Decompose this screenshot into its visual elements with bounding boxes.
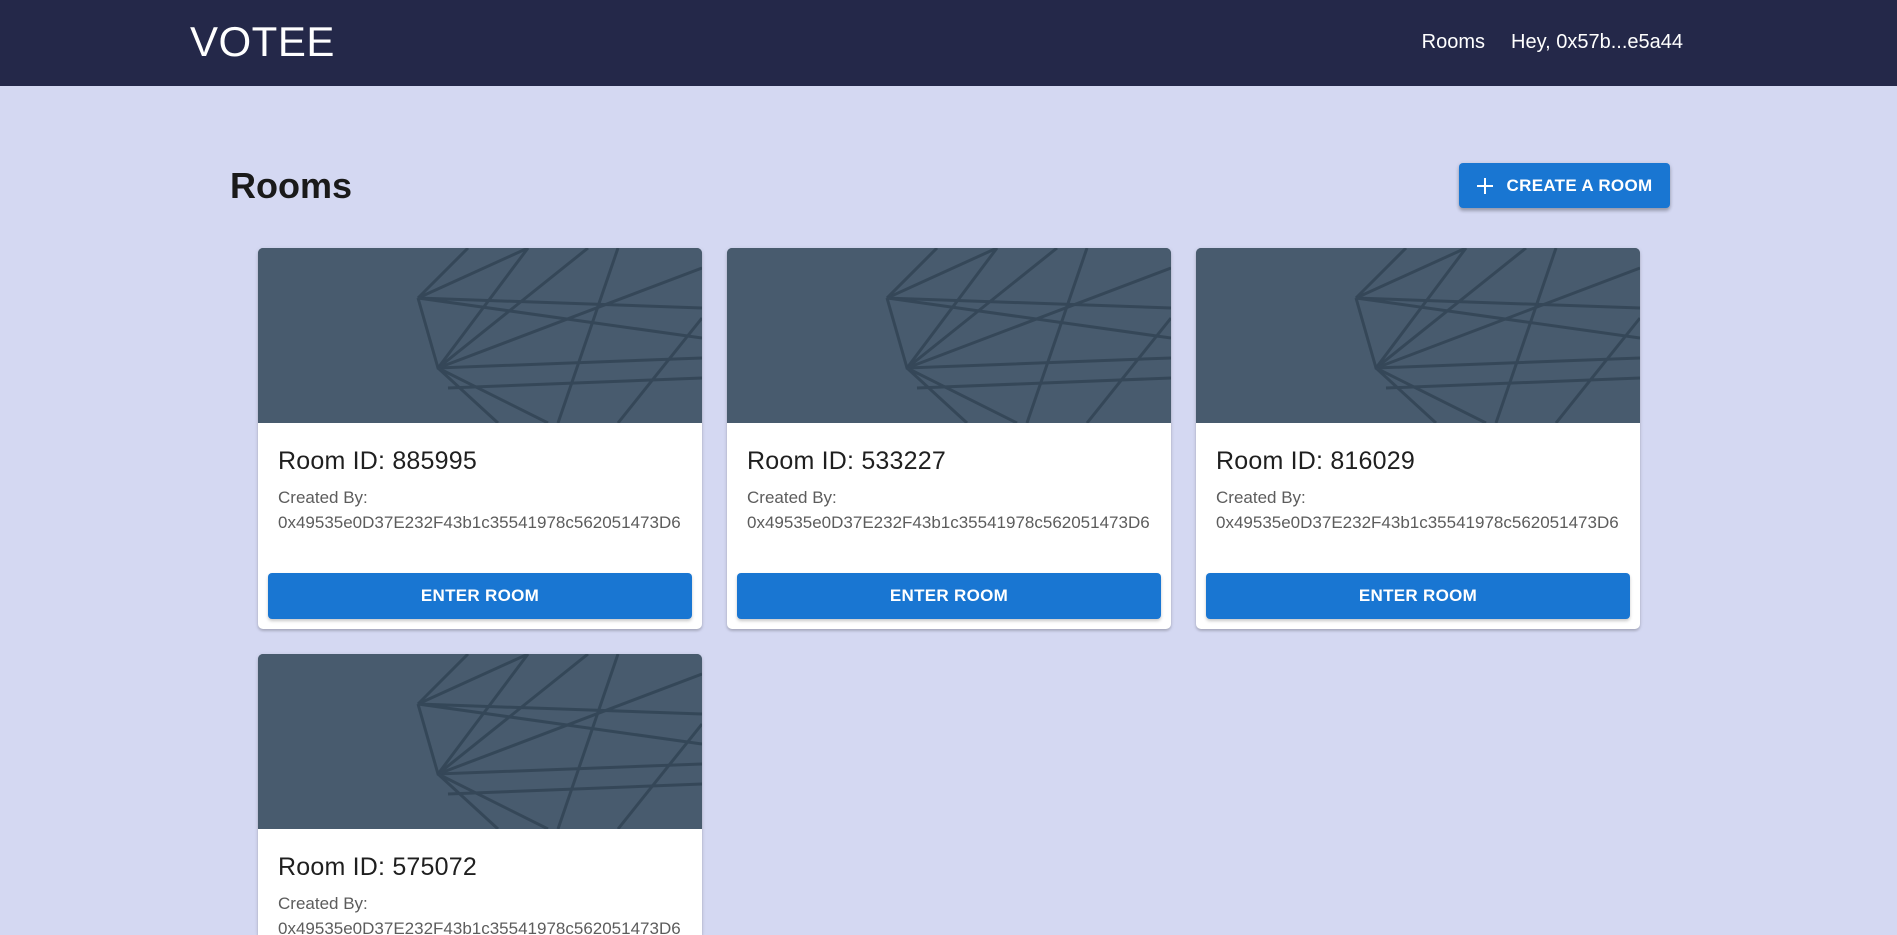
top-nav: Rooms Hey, 0x57b...e5a44 [1422, 29, 1683, 55]
room-card: Room ID: 533227 Created By: 0x49535e0D37… [727, 248, 1171, 629]
plus-icon [1476, 177, 1493, 194]
creator-address: 0x49535e0D37E232F43b1c35541978c562051473… [1216, 513, 1619, 532]
creator-address: 0x49535e0D37E232F43b1c35541978c562051473… [278, 919, 681, 935]
room-id-title: Room ID: 533227 [747, 447, 946, 475]
room-creator-info: Created By: 0x49535e0D37E232F43b1c355419… [1216, 485, 1640, 535]
card-media-image [258, 248, 702, 423]
card-media-image [258, 654, 702, 829]
room-id-title: Room ID: 575072 [278, 853, 477, 881]
room-creator-info: Created By: 0x49535e0D37E232F43b1c355419… [278, 485, 702, 535]
room-id-title: Room ID: 816029 [1216, 447, 1415, 475]
created-by-label: Created By: [1216, 488, 1306, 507]
app-bar: VOTEE Rooms Hey, 0x57b...e5a44 [0, 0, 1897, 86]
created-by-label: Created By: [278, 488, 368, 507]
enter-room-button[interactable]: ENTER ROOM [1206, 573, 1630, 619]
room-creator-info: Created By: 0x49535e0D37E232F43b1c355419… [278, 891, 702, 935]
created-by-label: Created By: [747, 488, 837, 507]
room-card: Room ID: 816029 Created By: 0x49535e0D37… [1196, 248, 1640, 629]
room-creator-info: Created By: 0x49535e0D37E232F43b1c355419… [747, 485, 1171, 535]
brand-logo[interactable]: VOTEE [190, 18, 335, 66]
creator-address: 0x49535e0D37E232F43b1c35541978c562051473… [278, 513, 681, 532]
creator-address: 0x49535e0D37E232F43b1c35541978c562051473… [747, 513, 1150, 532]
created-by-label: Created By: [278, 894, 368, 913]
enter-room-button[interactable]: ENTER ROOM [268, 573, 692, 619]
nav-user-greeting[interactable]: Hey, 0x57b...e5a44 [1511, 29, 1683, 55]
room-id-title: Room ID: 885995 [278, 447, 477, 475]
card-media-image [727, 248, 1171, 423]
create-room-label: CREATE A ROOM [1506, 175, 1653, 195]
nav-rooms-link[interactable]: Rooms [1422, 29, 1485, 55]
enter-room-button[interactable]: ENTER ROOM [737, 573, 1161, 619]
room-card: Room ID: 885995 Created By: 0x49535e0D37… [258, 248, 702, 629]
create-room-button[interactable]: CREATE A ROOM [1459, 163, 1670, 208]
card-media-image [1196, 248, 1640, 423]
room-card: Room ID: 575072 Created By: 0x49535e0D37… [258, 654, 702, 935]
page-title: Rooms [230, 165, 353, 206]
